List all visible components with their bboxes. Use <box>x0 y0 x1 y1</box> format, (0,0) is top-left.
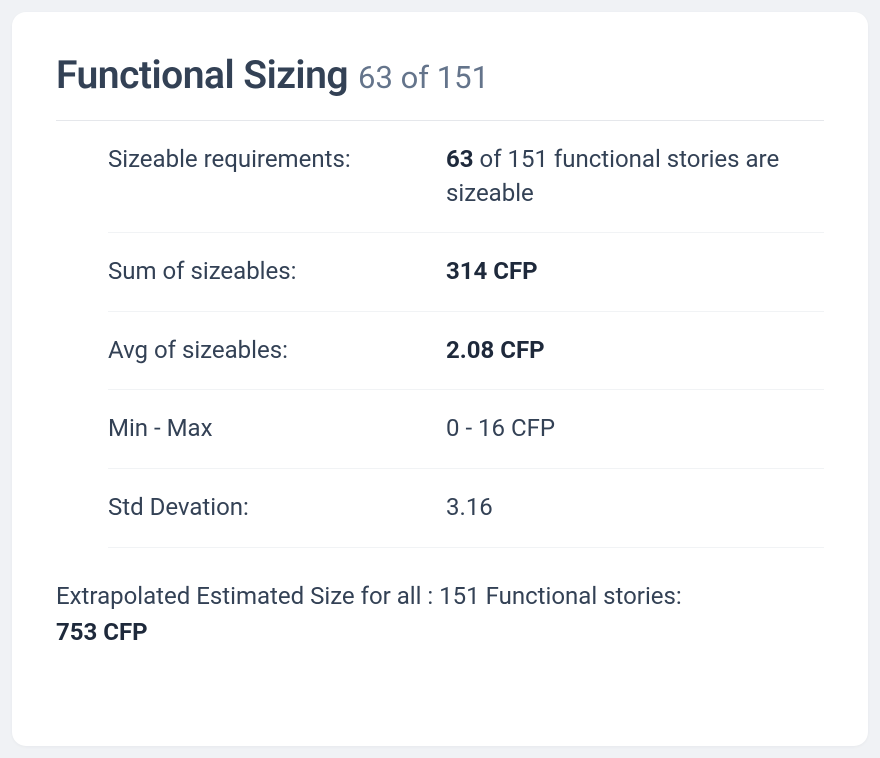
extrapolated-size-line1: Extrapolated Estimated Size for all : 15… <box>56 582 682 610</box>
label-sum-of-sizeables: Sum of sizeables: <box>108 255 446 289</box>
value-sizeable-requirements: 63 of 151 functional stories are sizeabl… <box>446 143 824 210</box>
value-avg-of-sizeables: 2.08 CFP <box>446 334 824 368</box>
label-avg-of-sizeables: Avg of sizeables: <box>108 334 446 368</box>
extrapolated-size-text: Extrapolated Estimated Size for all : 15… <box>56 578 824 650</box>
row-avg-of-sizeables: Avg of sizeables: 2.08 CFP <box>108 312 824 391</box>
functional-sizing-card: Functional Sizing 63 of 151 Sizeable req… <box>12 12 868 746</box>
value-sizeable-requirements-bold: 63 <box>446 145 474 173</box>
label-sizeable-requirements: Sizeable requirements: <box>108 143 446 210</box>
card-subtitle: 63 of 151 <box>358 59 489 96</box>
value-std-deviation: 3.16 <box>446 491 824 525</box>
row-std-deviation: Std Devation: 3.16 <box>108 469 824 548</box>
value-avg-of-sizeables-bold: 2.08 CFP <box>446 336 545 364</box>
row-sum-of-sizeables: Sum of sizeables: 314 CFP <box>108 233 824 312</box>
stats-table: Sizeable requirements: 63 of 151 functio… <box>108 121 824 548</box>
value-sum-of-sizeables: 314 CFP <box>446 255 824 289</box>
extrapolated-size-value: 753 CFP <box>56 618 148 646</box>
label-min-max: Min - Max <box>108 412 446 446</box>
card-title: Functional Sizing <box>56 52 348 98</box>
value-sum-of-sizeables-bold: 314 CFP <box>446 257 538 285</box>
value-sizeable-requirements-rest: of 151 functional stories are sizeable <box>446 145 779 207</box>
row-sizeable-requirements: Sizeable requirements: 63 of 151 functio… <box>108 121 824 233</box>
row-min-max: Min - Max 0 - 16 CFP <box>108 390 824 469</box>
card-header: Functional Sizing 63 of 151 <box>56 52 824 121</box>
value-min-max: 0 - 16 CFP <box>446 412 824 446</box>
label-std-deviation: Std Devation: <box>108 491 446 525</box>
